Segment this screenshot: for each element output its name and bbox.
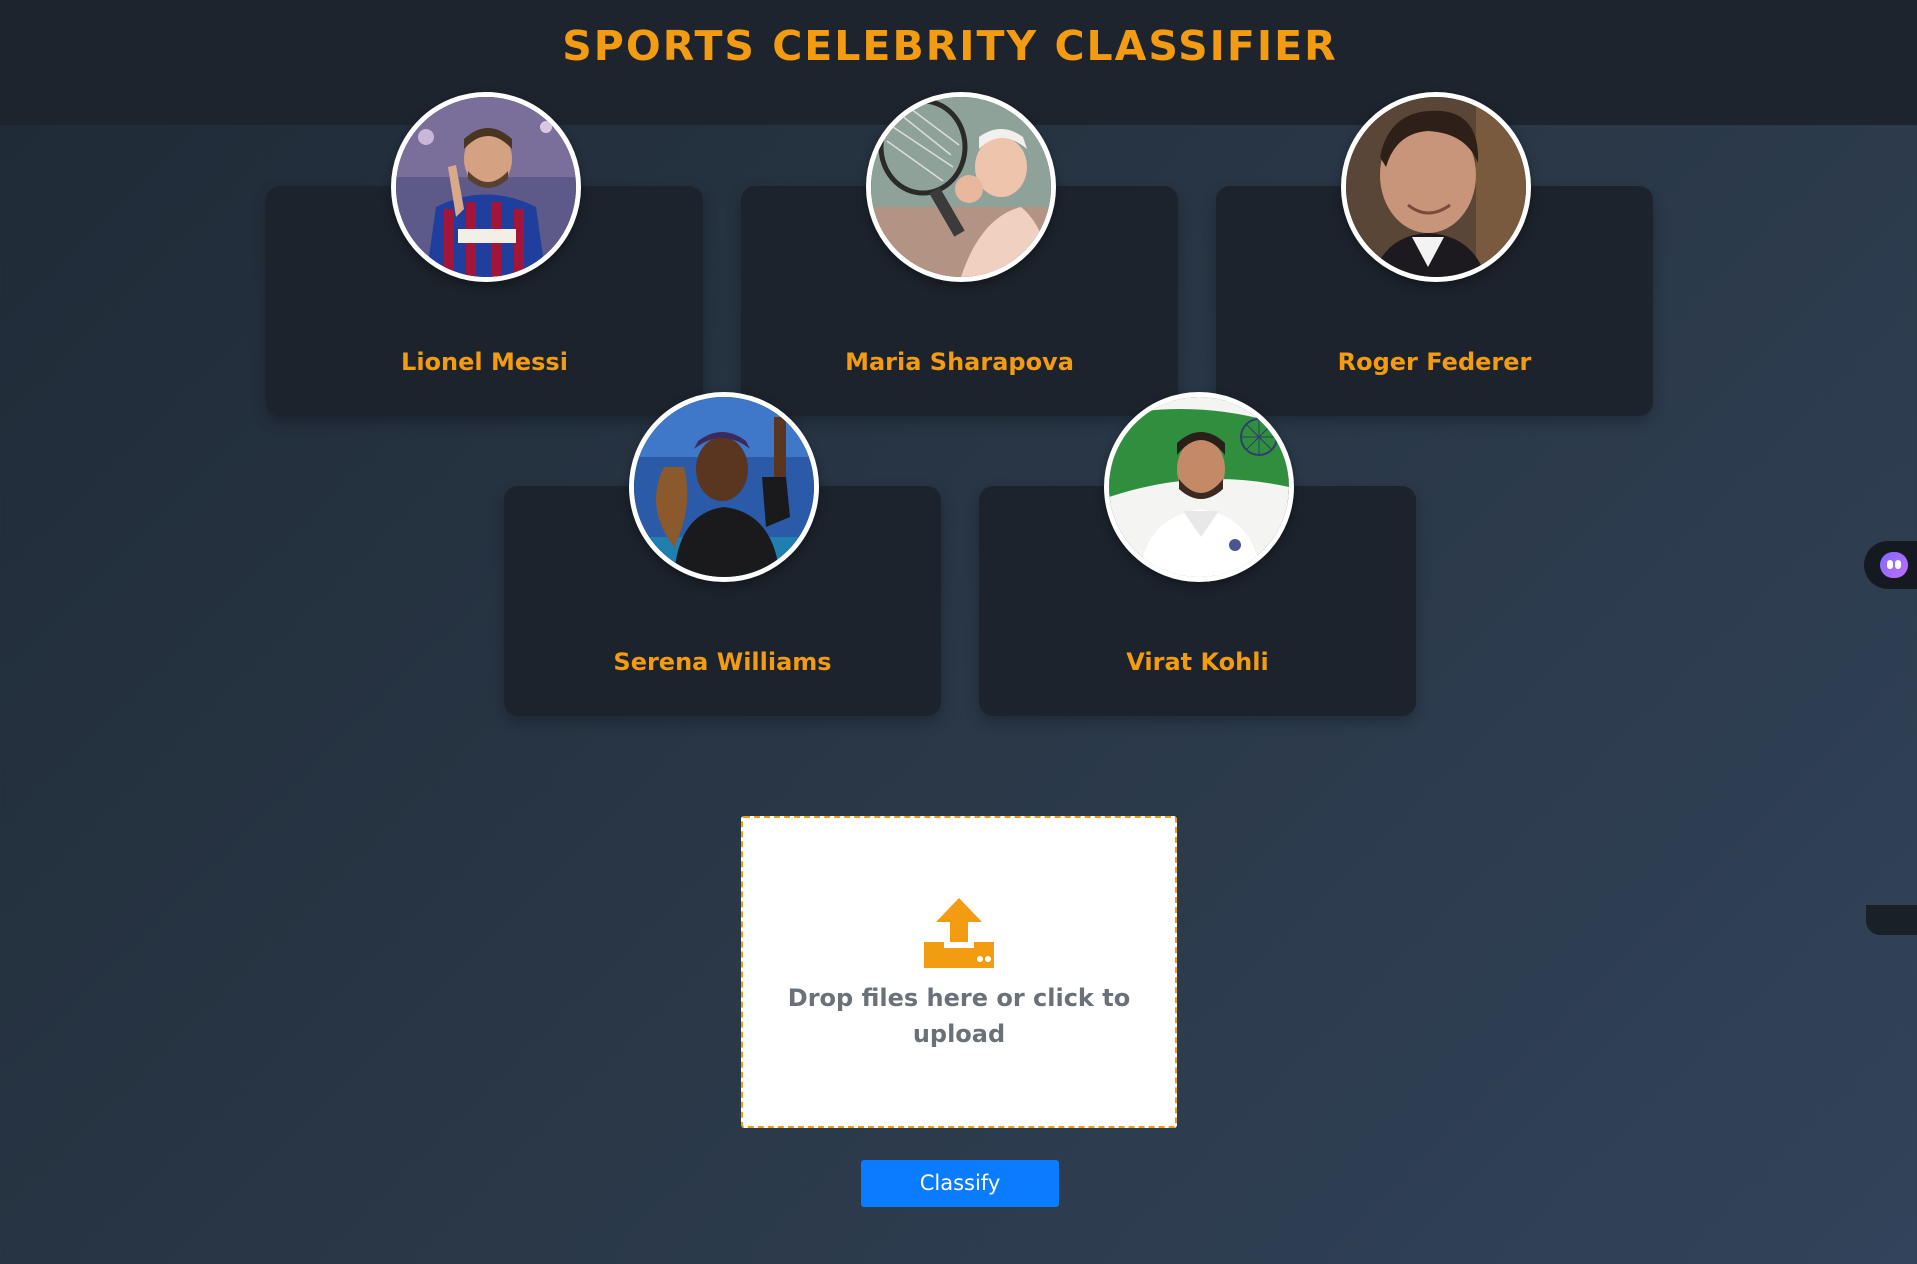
dropzone-text: Drop files here or click to upload — [787, 984, 1131, 1048]
secondary-widget-tab[interactable] — [1866, 905, 1917, 935]
lionel-messi-photo — [391, 92, 581, 282]
file-dropzone[interactable]: Drop files here or click to upload — [741, 816, 1177, 1128]
virat-kohli-photo — [1104, 392, 1294, 582]
roger-federer-photo — [1341, 92, 1531, 282]
page-title: SPORTS CELEBRITY CLASSIFIER — [562, 22, 1338, 70]
serena-williams-photo — [629, 392, 819, 582]
celebrity-name: Virat Kohli — [1126, 648, 1269, 676]
celebrity-name: Roger Federer — [1337, 348, 1532, 376]
maria-sharapova-photo — [866, 92, 1056, 282]
upload-icon — [924, 898, 994, 968]
assistant-widget-tab[interactable] — [1864, 541, 1917, 589]
celebrity-name: Lionel Messi — [401, 348, 568, 376]
celebrity-name: Maria Sharapova — [845, 348, 1074, 376]
assistant-bot-icon — [1880, 552, 1908, 578]
classify-button[interactable]: Classify — [861, 1160, 1059, 1207]
celebrity-name: Serena Williams — [613, 648, 832, 676]
